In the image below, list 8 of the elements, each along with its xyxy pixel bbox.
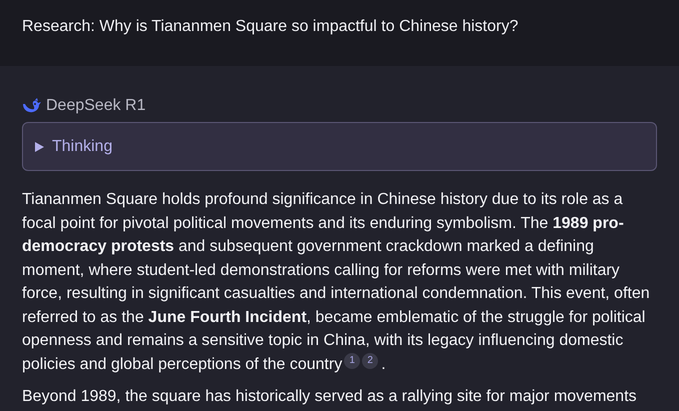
caret-right-icon xyxy=(35,142,44,152)
citation-link[interactable]: 1 xyxy=(344,352,360,368)
response-paragraph: Tiananmen Square holds profound significance in Chinese history due to its role as a focal point for pivotal political movements and its enduring symbolism. The 1989 pro-democracy protests and subsequent government crackdown marked a defining moment, where student-led demonstrations calling for reforms were met with military force, resulting in significant casualties and international condemnation. This event, often referred to as the June Fourth Incident, became emblematic of the struggle for political openness and remains a sensitive topic in China, with its legacy influencing domestic policies and global perceptions of the country 1 2 . xyxy=(22,190,651,374)
citation-link[interactable]: 2 xyxy=(362,352,378,368)
response-paragraph: Beyond 1989, the square has historically served as a rallying site for major movements xyxy=(22,388,638,406)
thinking-toggle[interactable]: Thinking xyxy=(22,122,657,171)
prompt-text: Research: Why is Tiananmen Square so impactful to Chinese history? xyxy=(22,17,520,37)
model-name: DeepSeek R1 xyxy=(46,96,146,116)
